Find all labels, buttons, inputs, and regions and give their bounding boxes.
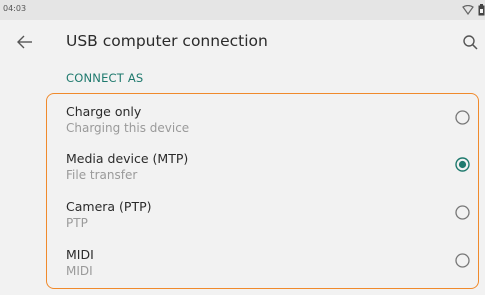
- arrow-left-icon[interactable]: [15, 32, 35, 52]
- option-camera-ptp[interactable]: Camera (PTP) PTP: [0, 199, 485, 247]
- status-icons: [462, 3, 485, 17]
- search-icon[interactable]: [462, 34, 479, 51]
- radio-button[interactable]: [455, 110, 470, 125]
- page-title: USB computer connection: [66, 32, 268, 50]
- option-title: MIDI: [66, 247, 94, 262]
- option-charge-only[interactable]: Charge only Charging this device: [0, 104, 485, 152]
- option-midi[interactable]: MIDI MIDI: [0, 247, 485, 295]
- radio-button-selected[interactable]: [455, 157, 470, 172]
- option-title: Camera (PTP): [66, 199, 152, 214]
- section-header: CONNECT AS: [66, 71, 144, 85]
- option-subtitle: MIDI: [66, 264, 93, 278]
- option-subtitle: PTP: [66, 216, 88, 230]
- wifi-icon: [462, 5, 474, 15]
- option-subtitle: File transfer: [66, 168, 138, 182]
- status-time: 04:03: [3, 4, 27, 13]
- app-bar: USB computer connection: [0, 20, 485, 65]
- status-bar: 04:03: [0, 0, 485, 20]
- battery-icon: [478, 4, 485, 16]
- option-subtitle: Charging this device: [66, 121, 190, 135]
- option-title: Media device (MTP): [66, 151, 189, 166]
- option-title: Charge only: [66, 104, 142, 119]
- radio-button[interactable]: [455, 253, 470, 268]
- radio-button[interactable]: [455, 205, 470, 220]
- option-media-device-mtp[interactable]: Media device (MTP) File transfer: [0, 151, 485, 199]
